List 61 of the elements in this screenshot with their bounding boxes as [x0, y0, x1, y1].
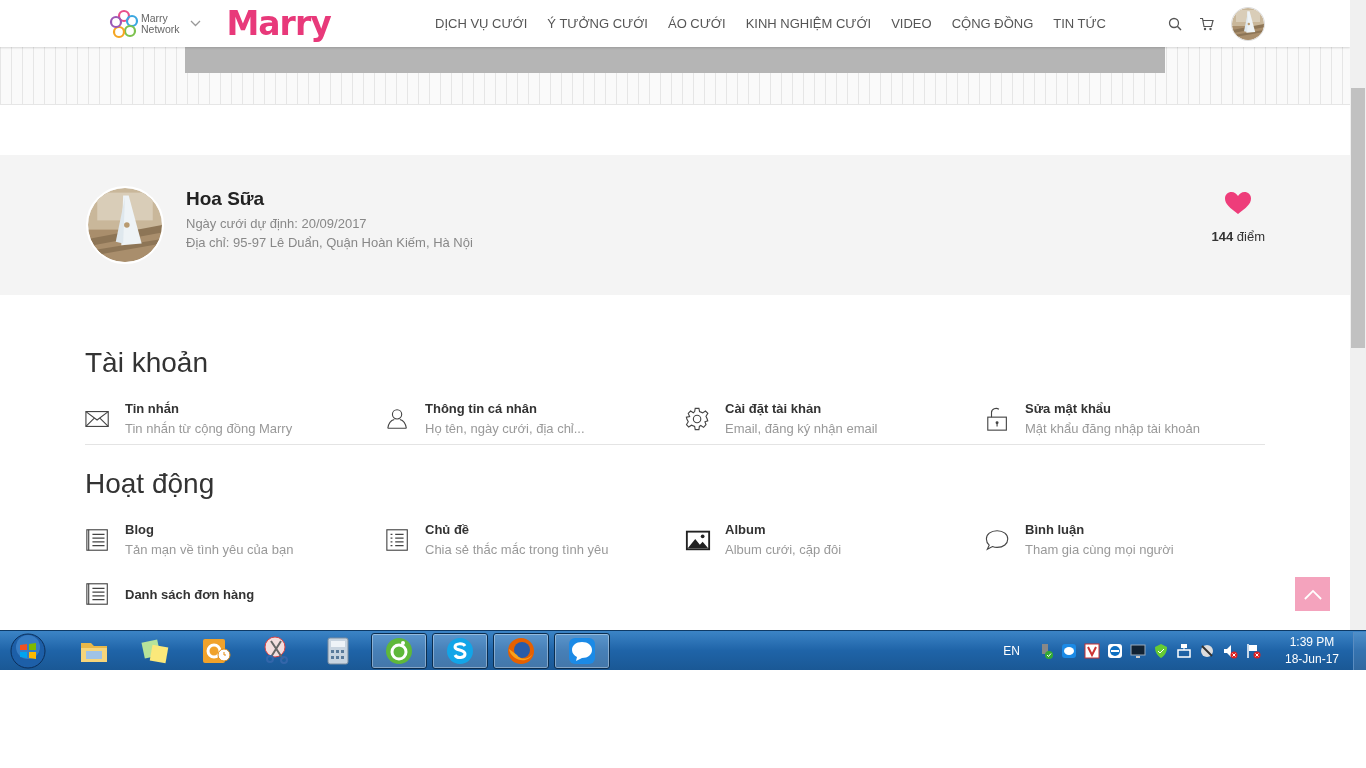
points-text: 144 điểm	[1211, 228, 1265, 244]
language-indicator[interactable]: EN	[1003, 643, 1020, 658]
taskbar-button[interactable]	[371, 632, 427, 669]
monitor-icon[interactable]	[1129, 642, 1146, 659]
clock-time[interactable]: 1:39 PM	[1289, 633, 1335, 651]
nav-link[interactable]: KINH NGHIỆM CƯỚI	[745, 16, 872, 31]
address: Địa chỉ: 95-97 Lê Duẩn, Quận Hoàn Kiếm, Hà Nội	[186, 235, 473, 250]
network-icon[interactable]	[1175, 642, 1192, 659]
network-logo-text: Marry	[141, 12, 168, 24]
document-icon	[85, 526, 111, 553]
nav-link[interactable]: ÁO CƯỚI	[667, 16, 726, 31]
menu-link[interactable]: Bình luận	[1025, 522, 1174, 537]
wedding-date: Ngày cưới dự định: 20/09/2017	[186, 216, 368, 231]
menu-description: Chia sẻ thắc mắc trong tình yêu	[425, 542, 609, 557]
menu-link[interactable]: Tin nhắn	[125, 401, 293, 416]
section-heading: Hoạt động	[85, 468, 216, 500]
avatar[interactable]	[1231, 6, 1265, 41]
chat-app-icon[interactable]	[1060, 642, 1077, 659]
remote-icon[interactable]	[1106, 642, 1123, 659]
menu-description: Album cưới, cặp đôi	[725, 542, 842, 557]
cart-icon[interactable]	[1199, 16, 1214, 31]
nav-link[interactable]: VIDEO	[891, 16, 932, 31]
shield-icon[interactable]	[1152, 642, 1169, 659]
nav-link[interactable]: Ý TƯỞNG CƯỚI	[547, 16, 648, 31]
search-icon[interactable]	[1168, 16, 1182, 31]
menu-description: Tin nhắn từ cộng đồng Marry	[125, 421, 293, 436]
start-button[interactable]	[10, 632, 46, 669]
settings-icon	[685, 405, 711, 432]
nav-link[interactable]: TIN TỨC	[1053, 16, 1106, 31]
nav-link[interactable]: CỘNG ĐỒNG	[951, 16, 1034, 31]
menu-description: Tản mạn về tình yêu của bạn	[125, 542, 294, 557]
scrollbar-thumb[interactable]	[1351, 88, 1365, 348]
scrollbar[interactable]	[1350, 0, 1366, 630]
profile-name: Hoa Sữa	[186, 188, 266, 210]
document-icon	[85, 581, 111, 607]
menu-link[interactable]: Cài đặt tài khản	[725, 401, 878, 416]
nav-link[interactable]: DỊCH VỤ CƯỚI	[435, 16, 528, 31]
flag-icon[interactable]	[1244, 642, 1261, 659]
section-heading: Tài khoản	[85, 347, 209, 379]
menu-link[interactable]: Album	[725, 522, 842, 537]
heart-icon	[1224, 190, 1253, 215]
clock-date[interactable]: 18-Jun-17	[1284, 650, 1339, 668]
chevron-up-icon	[1303, 588, 1322, 600]
menu-description: Email, đăng ký nhận email	[725, 421, 878, 436]
taskbar-button[interactable]	[432, 632, 488, 669]
flower-logo-icon	[109, 8, 139, 39]
menu-link[interactable]: Chủ đề	[425, 522, 609, 537]
menu-description: Tham gia cùng mọi người	[1025, 542, 1174, 557]
list-icon	[385, 526, 411, 553]
menu-link[interactable]: Danh sách đơn hàng	[125, 586, 255, 602]
taskbar-button[interactable]	[554, 632, 610, 669]
menu-link[interactable]: Thông tin cá nhân	[425, 401, 585, 416]
brand-logo[interactable]: Marry	[226, 6, 331, 41]
taskbar-button[interactable]	[493, 632, 549, 669]
menu-link[interactable]: Sửa mật khẩu	[1025, 401, 1200, 416]
network-logo-text: Network	[141, 23, 180, 35]
chevron-down-icon[interactable]	[189, 20, 201, 27]
menu-description: Mật khẩu đăng nhập tài khoản	[1025, 421, 1200, 436]
v-logo-icon[interactable]	[1083, 642, 1100, 659]
menu-description: Họ tên, ngày cưới, địa chỉ...	[425, 421, 585, 436]
menu-link[interactable]: Blog	[125, 522, 294, 537]
